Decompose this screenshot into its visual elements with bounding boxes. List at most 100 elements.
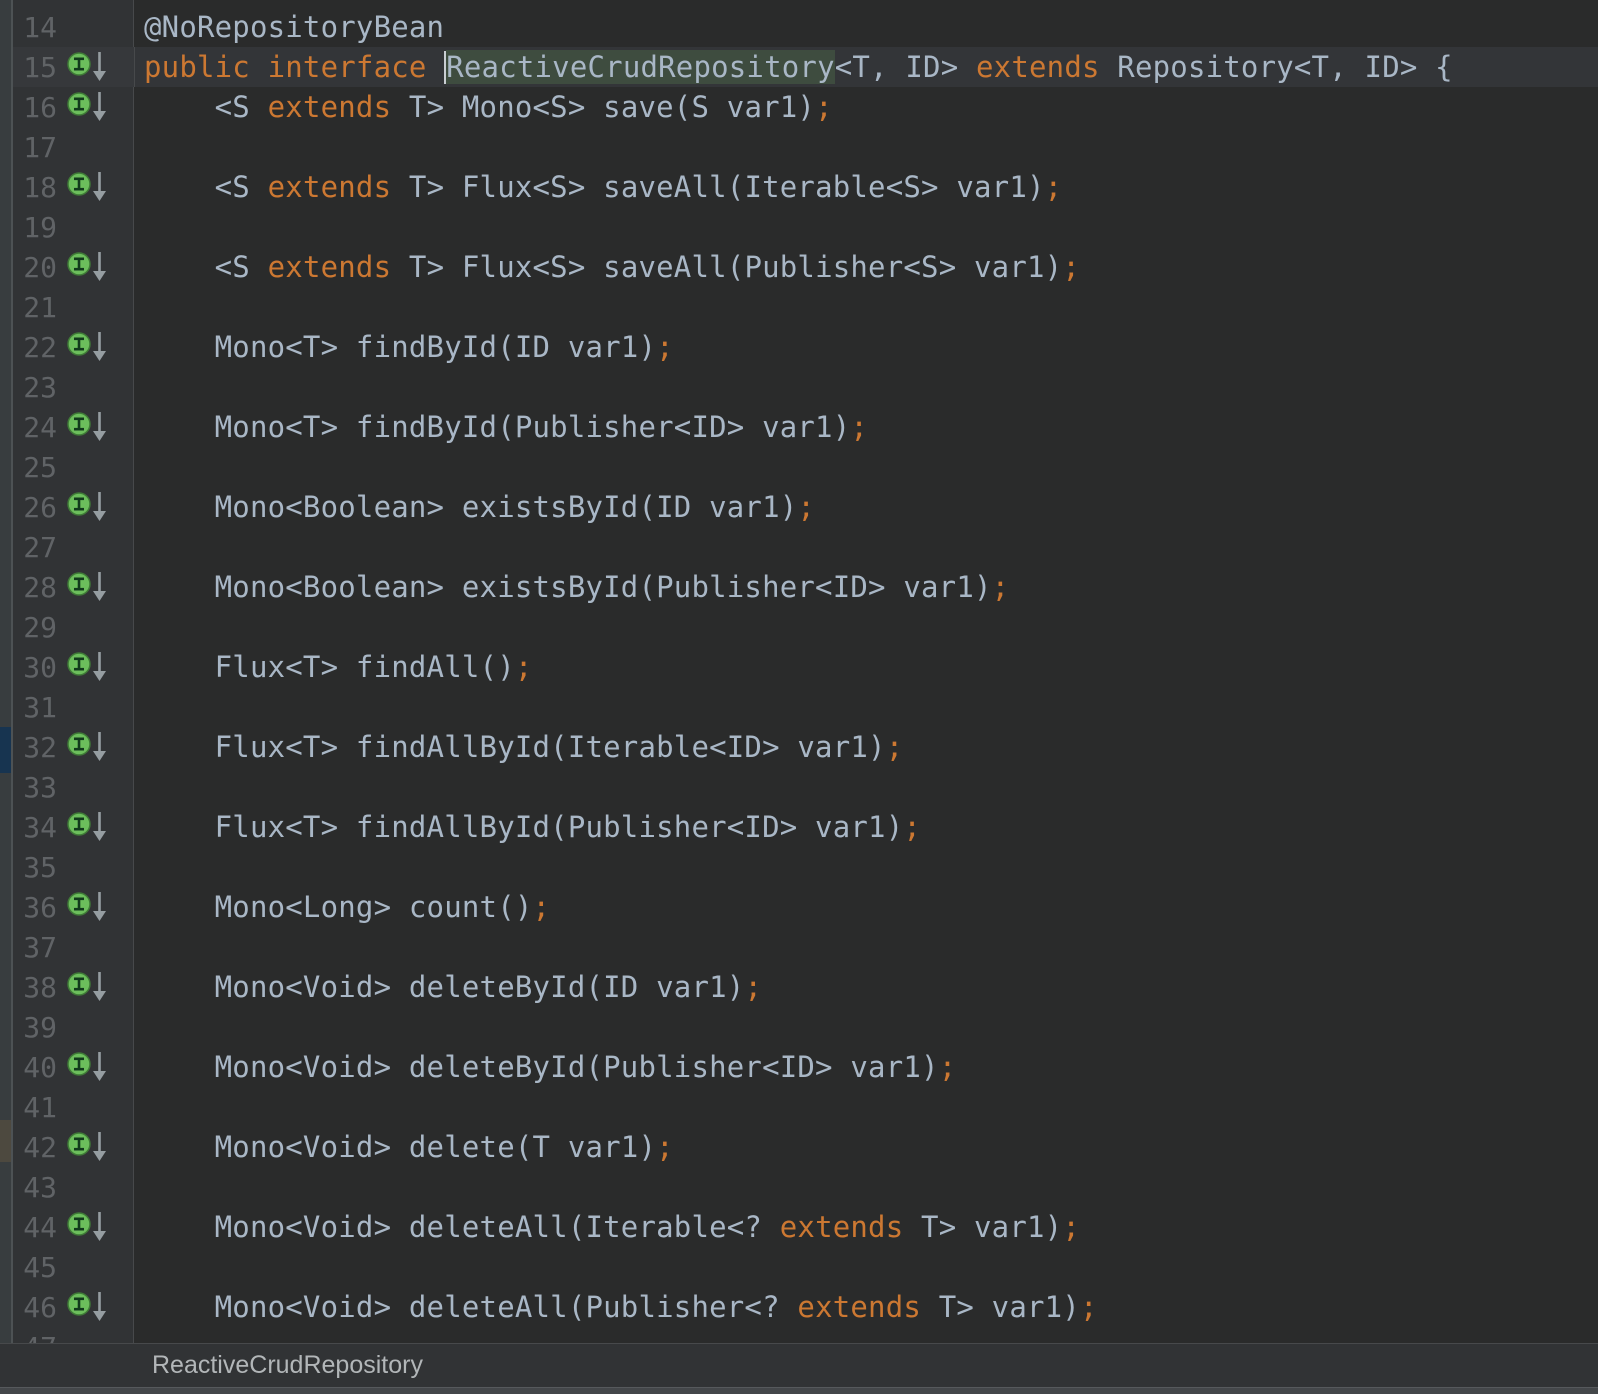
code-line[interactable]	[134, 127, 1598, 167]
code-line-row[interactable]: 28 Mono<Boolean> existsById(Publisher<ID…	[13, 567, 1598, 607]
code-line[interactable]	[134, 767, 1598, 807]
code-line-row[interactable]: 35	[13, 847, 1598, 887]
interface-implemented-icon[interactable]	[66, 1289, 110, 1325]
code-line[interactable]: Mono<Long> count();	[134, 887, 1598, 927]
code-line[interactable]: Flux<T> findAllById(Publisher<ID> var1);	[134, 807, 1598, 847]
code-line-row[interactable]: 25	[13, 447, 1598, 487]
code-line[interactable]	[134, 1087, 1598, 1127]
breadcrumb-item-class[interactable]: ReactiveCrudRepository	[152, 1351, 423, 1380]
code-line-row[interactable]: 37	[13, 927, 1598, 967]
code-line[interactable]: Mono<Void> delete(T var1);	[134, 1127, 1598, 1167]
gutter-icon-slot[interactable]	[66, 809, 110, 845]
interface-implemented-icon[interactable]	[66, 49, 110, 85]
code-line[interactable]: Flux<T> findAll();	[134, 647, 1598, 687]
gutter-icon-slot[interactable]	[66, 1129, 110, 1165]
code-line-row[interactable]: 39	[13, 1007, 1598, 1047]
code-line-row[interactable]: 16 <S extends T> Mono<S> save(S var1);	[13, 87, 1598, 127]
interface-implemented-icon[interactable]	[66, 1209, 110, 1245]
interface-implemented-icon[interactable]	[66, 1049, 110, 1085]
code-line[interactable]	[134, 367, 1598, 407]
interface-implemented-icon[interactable]	[66, 809, 110, 845]
gutter-icon-slot[interactable]	[66, 969, 110, 1005]
marker-brown[interactable]	[0, 1120, 11, 1162]
code-line[interactable]	[134, 527, 1598, 567]
interface-implemented-icon[interactable]	[66, 89, 110, 125]
code-line-row[interactable]: 29	[13, 607, 1598, 647]
interface-implemented-icon[interactable]	[66, 489, 110, 525]
gutter-icon-slot[interactable]	[66, 1289, 110, 1325]
code-line[interactable]	[134, 1247, 1598, 1287]
gutter-icon-slot[interactable]	[66, 889, 110, 925]
code-line-row[interactable]: 24 Mono<T> findById(Publisher<ID> var1);	[13, 407, 1598, 447]
gutter-icon-slot[interactable]	[66, 169, 110, 205]
code-line-row[interactable]: 44 Mono<Void> deleteAll(Iterable<? exten…	[13, 1207, 1598, 1247]
code-line[interactable]: Mono<Void> deleteById(ID var1);	[134, 967, 1598, 1007]
code-line-row[interactable]: 45	[13, 1247, 1598, 1287]
code-line[interactable]: Flux<T> findAllById(Iterable<ID> var1);	[134, 727, 1598, 767]
code-line-row[interactable]: 46 Mono<Void> deleteAll(Publisher<? exte…	[13, 1287, 1598, 1327]
gutter-icon-slot[interactable]	[66, 89, 110, 125]
gutter-icon-slot[interactable]	[66, 409, 110, 445]
code-line-row[interactable]: 22 Mono<T> findById(ID var1);	[13, 327, 1598, 367]
gutter-icon-slot[interactable]	[66, 649, 110, 685]
code-line-row[interactable]: 14@NoRepositoryBean	[13, 7, 1598, 47]
interface-implemented-icon[interactable]	[66, 969, 110, 1005]
gutter-icon-slot[interactable]	[66, 329, 110, 365]
code-line-row[interactable]: 42 Mono<Void> delete(T var1);	[13, 1127, 1598, 1167]
code-line-row[interactable]: 31	[13, 687, 1598, 727]
code-line-row[interactable]: 18 <S extends T> Flux<S> saveAll(Iterabl…	[13, 167, 1598, 207]
code-line[interactable]	[134, 927, 1598, 967]
code-line[interactable]: <S extends T> Flux<S> saveAll(Publisher<…	[134, 247, 1598, 287]
code-line[interactable]: Mono<Boolean> existsById(ID var1);	[134, 487, 1598, 527]
code-line[interactable]	[134, 847, 1598, 887]
gutter-icon-slot[interactable]	[66, 1049, 110, 1085]
code-line[interactable]	[134, 607, 1598, 647]
code-line-row[interactable]: 23	[13, 367, 1598, 407]
gutter-icon-slot[interactable]	[66, 569, 110, 605]
code-line[interactable]	[134, 687, 1598, 727]
code-line-row[interactable]: 47	[13, 1327, 1598, 1343]
code-line-row[interactable]: 40 Mono<Void> deleteById(Publisher<ID> v…	[13, 1047, 1598, 1087]
interface-implemented-icon[interactable]	[66, 169, 110, 205]
code-line[interactable]	[134, 1327, 1598, 1343]
gutter-icon-slot[interactable]	[66, 489, 110, 525]
code-line-row[interactable]: 26 Mono<Boolean> existsById(ID var1);	[13, 487, 1598, 527]
interface-implemented-icon[interactable]	[66, 729, 110, 765]
code-line-row[interactable]: 41	[13, 1087, 1598, 1127]
code-line-row[interactable]: 43	[13, 1167, 1598, 1207]
left-marker-strip[interactable]	[0, 0, 13, 1343]
interface-implemented-icon[interactable]	[66, 409, 110, 445]
gutter-icon-slot[interactable]	[66, 1209, 110, 1245]
gutter-icon-slot[interactable]	[66, 249, 110, 285]
interface-implemented-icon[interactable]	[66, 249, 110, 285]
interface-implemented-icon[interactable]	[66, 329, 110, 365]
gutter-icon-slot[interactable]	[66, 49, 110, 85]
code-line-row[interactable]: 33	[13, 767, 1598, 807]
code-line-row[interactable]: 20 <S extends T> Flux<S> saveAll(Publish…	[13, 247, 1598, 287]
code-line[interactable]: Mono<T> findById(Publisher<ID> var1);	[134, 407, 1598, 447]
code-line[interactable]: Mono<Void> deleteById(Publisher<ID> var1…	[134, 1047, 1598, 1087]
interface-implemented-icon[interactable]	[66, 889, 110, 925]
editor-pane[interactable]: 14@NoRepositoryBean15public interface Re…	[13, 0, 1598, 1343]
code-line[interactable]	[134, 447, 1598, 487]
code-line-row[interactable]: 27	[13, 527, 1598, 567]
code-line[interactable]	[134, 1007, 1598, 1047]
interface-implemented-icon[interactable]	[66, 1129, 110, 1165]
gutter-icon-slot[interactable]	[66, 729, 110, 765]
code-line-row[interactable]: 38 Mono<Void> deleteById(ID var1);	[13, 967, 1598, 1007]
code-line[interactable]: @NoRepositoryBean	[134, 7, 1598, 47]
code-line-row[interactable]: 21	[13, 287, 1598, 327]
code-line[interactable]	[134, 1167, 1598, 1207]
code-line[interactable]: <S extends T> Flux<S> saveAll(Iterable<S…	[134, 167, 1598, 207]
code-line[interactable]	[134, 207, 1598, 247]
code-line[interactable]: <S extends T> Mono<S> save(S var1);	[134, 87, 1598, 127]
code-line-row[interactable]: 19	[13, 207, 1598, 247]
code-line[interactable]: public interface ReactiveCrudRepository<…	[134, 47, 1598, 87]
code-line[interactable]: Mono<Boolean> existsById(Publisher<ID> v…	[134, 567, 1598, 607]
marker-blue[interactable]	[0, 727, 11, 773]
code-line-row[interactable]: 32 Flux<T> findAllById(Iterable<ID> var1…	[13, 727, 1598, 767]
code-line[interactable]: Mono<T> findById(ID var1);	[134, 327, 1598, 367]
code-line[interactable]	[134, 287, 1598, 327]
code-line-row[interactable]: 34 Flux<T> findAllById(Publisher<ID> var…	[13, 807, 1598, 847]
interface-implemented-icon[interactable]	[66, 569, 110, 605]
